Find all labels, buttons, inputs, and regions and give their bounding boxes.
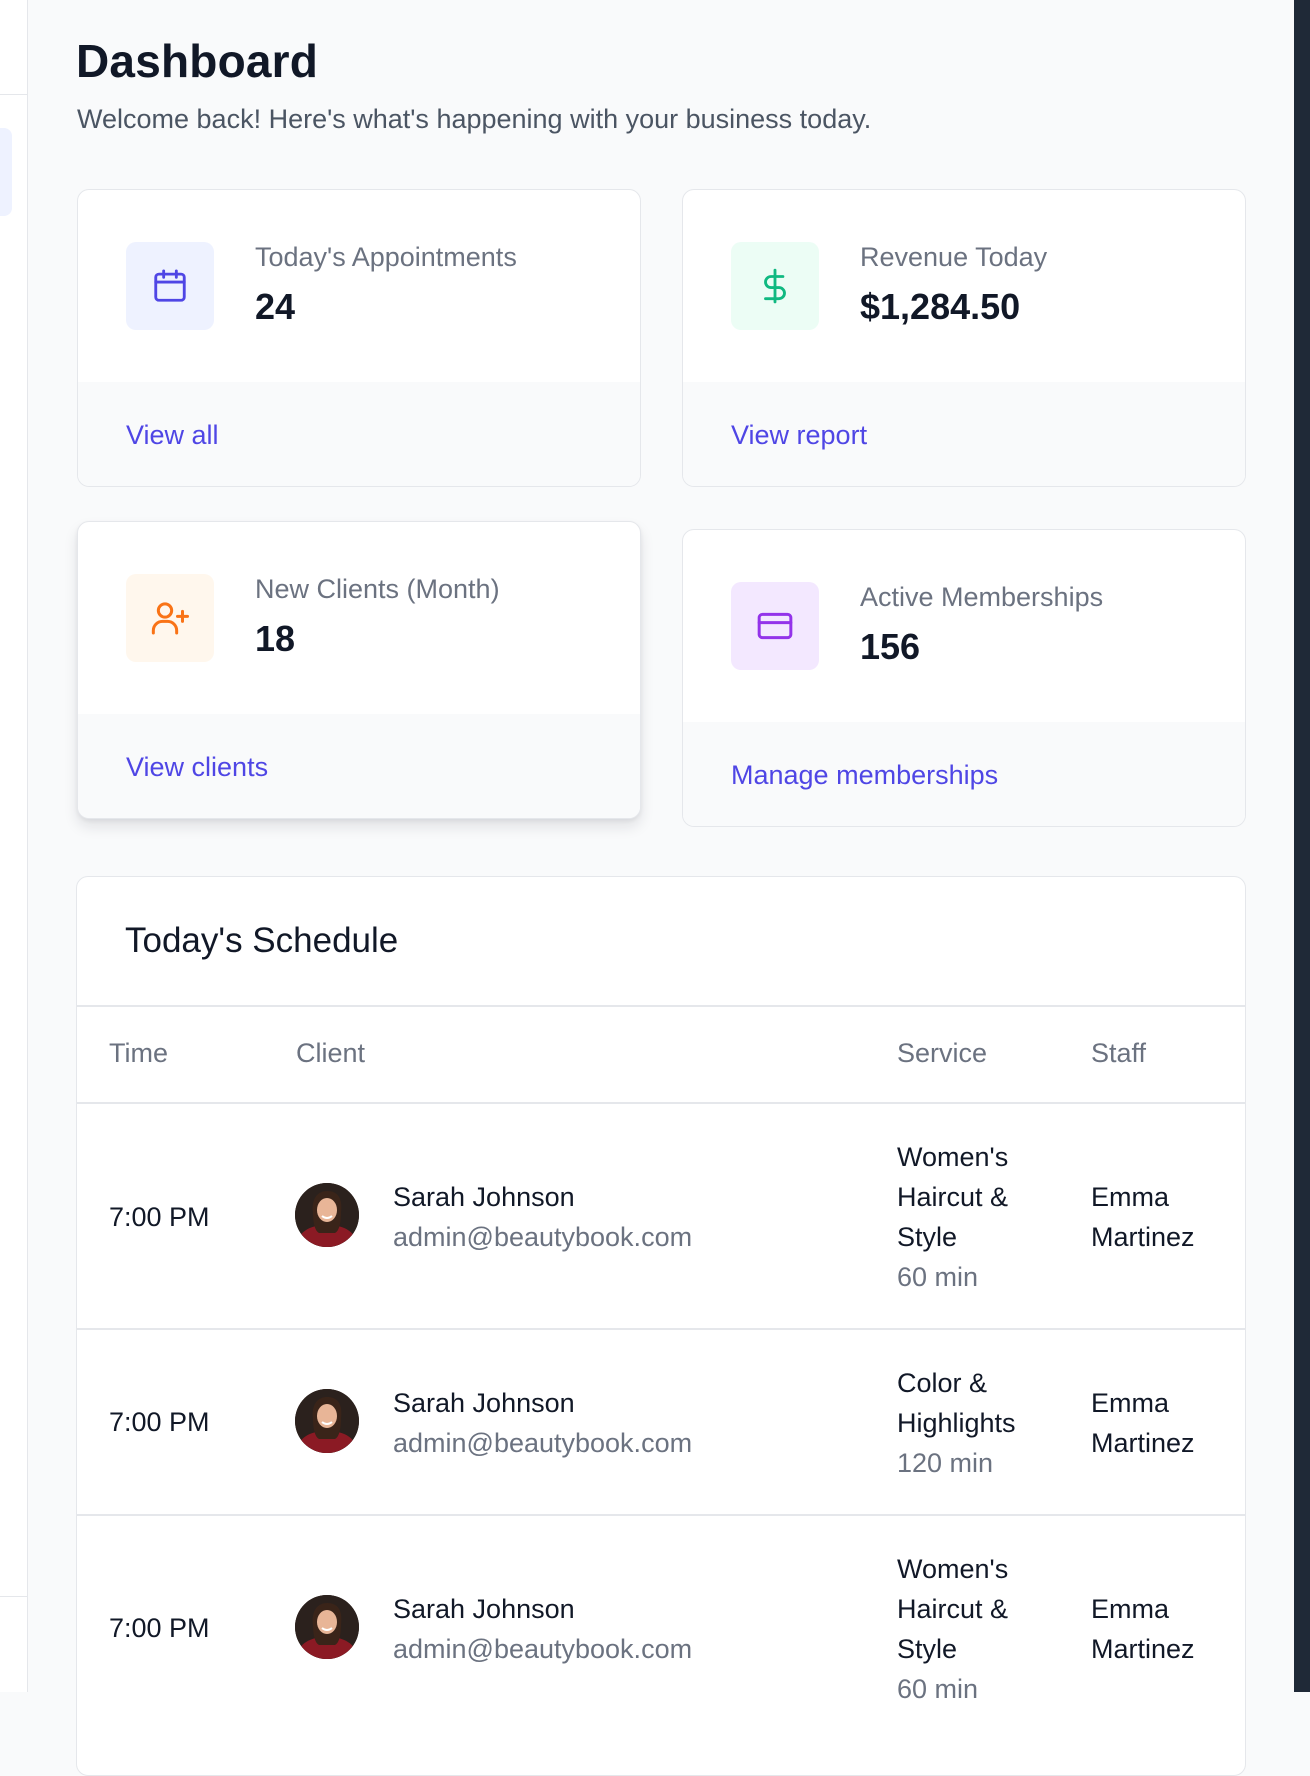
staff-name: Emma Martinez bbox=[1091, 1383, 1195, 1463]
service-duration: 60 min bbox=[897, 1674, 979, 1704]
column-header-time[interactable]: Time bbox=[109, 1038, 168, 1069]
service-line: Women's bbox=[897, 1142, 1009, 1172]
stat-value: 24 bbox=[255, 286, 296, 327]
stat-label: Revenue Today bbox=[860, 242, 1048, 272]
table-row[interactable]: 7:00 PM Sarah Johnson admin@beautybook.c… bbox=[77, 1515, 1245, 1740]
staff-line: Martinez bbox=[1091, 1634, 1195, 1664]
table-row[interactable]: 7:00 PM Sarah Johnson admin@beautybook.c… bbox=[77, 1103, 1245, 1328]
client-name[interactable]: Sarah Johnson bbox=[393, 1589, 575, 1629]
service-line: Style bbox=[897, 1634, 958, 1664]
sidebar-divider bbox=[0, 1596, 28, 1597]
appointment-time: 7:00 PM bbox=[109, 1407, 210, 1437]
service-duration: 120 min bbox=[897, 1448, 994, 1478]
staff-line: Martinez bbox=[1091, 1428, 1195, 1458]
stat-card-new-clients: New Clients (Month) 18 View clients bbox=[77, 521, 641, 819]
avatar bbox=[295, 1183, 359, 1247]
stat-value: $1,284.50 bbox=[860, 286, 1021, 327]
service-duration: 60 min bbox=[897, 1262, 979, 1292]
schedule-panel: Today's Schedule Time Client Service Sta… bbox=[76, 876, 1246, 1776]
view-all-link[interactable]: View all bbox=[126, 420, 219, 451]
service-line: Highlights bbox=[897, 1408, 1016, 1438]
stat-card-revenue: Revenue Today $1,284.50 View report bbox=[682, 189, 1246, 487]
credit-card-icon bbox=[731, 582, 819, 670]
client-name[interactable]: Sarah Johnson bbox=[393, 1177, 575, 1217]
staff-line: Emma bbox=[1091, 1388, 1170, 1418]
stat-card-appointments: Today's Appointments 24 View all bbox=[77, 189, 641, 487]
stat-value: 18 bbox=[255, 618, 296, 659]
service-line: Women's bbox=[897, 1554, 1009, 1584]
sidebar bbox=[0, 0, 28, 1692]
calendar-icon bbox=[126, 242, 214, 330]
divider bbox=[77, 1005, 1245, 1007]
column-header-staff[interactable]: Staff bbox=[1091, 1038, 1146, 1069]
service-line: Style bbox=[897, 1222, 958, 1252]
stat-label: New Clients (Month) bbox=[255, 574, 500, 604]
page-title: Dashboard bbox=[76, 35, 319, 87]
table-row[interactable]: 7:00 PM Sarah Johnson admin@beautybook.c… bbox=[77, 1329, 1245, 1514]
schedule-title: Today's Schedule bbox=[125, 921, 399, 960]
stat-value: 156 bbox=[860, 626, 921, 667]
appointment-time: 7:00 PM bbox=[109, 1202, 210, 1232]
service-line: Color & bbox=[897, 1368, 988, 1398]
appointment-time: 7:00 PM bbox=[109, 1613, 210, 1643]
stat-label: Today's Appointments bbox=[255, 242, 517, 272]
service-name: Women's Haircut & Style 60 min bbox=[897, 1137, 1008, 1297]
dollar-icon bbox=[731, 242, 819, 330]
sidebar-item-active[interactable] bbox=[0, 128, 12, 216]
staff-line: Emma bbox=[1091, 1182, 1170, 1212]
user-plus-icon bbox=[126, 574, 214, 662]
page-subtitle: Welcome back! Here's what's happening wi… bbox=[77, 104, 872, 134]
client-email: admin@beautybook.com bbox=[393, 1428, 693, 1458]
staff-line: Martinez bbox=[1091, 1222, 1195, 1252]
window-edge bbox=[1294, 0, 1310, 1692]
client-email: admin@beautybook.com bbox=[393, 1634, 693, 1664]
column-header-client[interactable]: Client bbox=[296, 1038, 365, 1069]
service-name: Women's Haircut & Style 60 min bbox=[897, 1549, 1008, 1709]
view-clients-link[interactable]: View clients bbox=[126, 752, 268, 783]
sidebar-divider bbox=[0, 94, 28, 95]
stat-label: Active Memberships bbox=[860, 582, 1104, 612]
column-header-service[interactable]: Service bbox=[897, 1038, 987, 1069]
service-line: Haircut & bbox=[897, 1182, 1009, 1212]
staff-line: Emma bbox=[1091, 1594, 1170, 1624]
stat-card-memberships: Active Memberships 156 Manage membership… bbox=[682, 529, 1246, 827]
view-report-link[interactable]: View report bbox=[731, 420, 867, 451]
staff-name: Emma Martinez bbox=[1091, 1177, 1195, 1257]
avatar bbox=[295, 1389, 359, 1453]
client-name[interactable]: Sarah Johnson bbox=[393, 1383, 575, 1423]
manage-memberships-link[interactable]: Manage memberships bbox=[731, 760, 998, 791]
client-email: admin@beautybook.com bbox=[393, 1222, 693, 1252]
avatar bbox=[295, 1595, 359, 1659]
service-line: Haircut & bbox=[897, 1594, 1009, 1624]
service-name: Color & Highlights 120 min bbox=[897, 1363, 1016, 1483]
staff-name: Emma Martinez bbox=[1091, 1589, 1195, 1669]
